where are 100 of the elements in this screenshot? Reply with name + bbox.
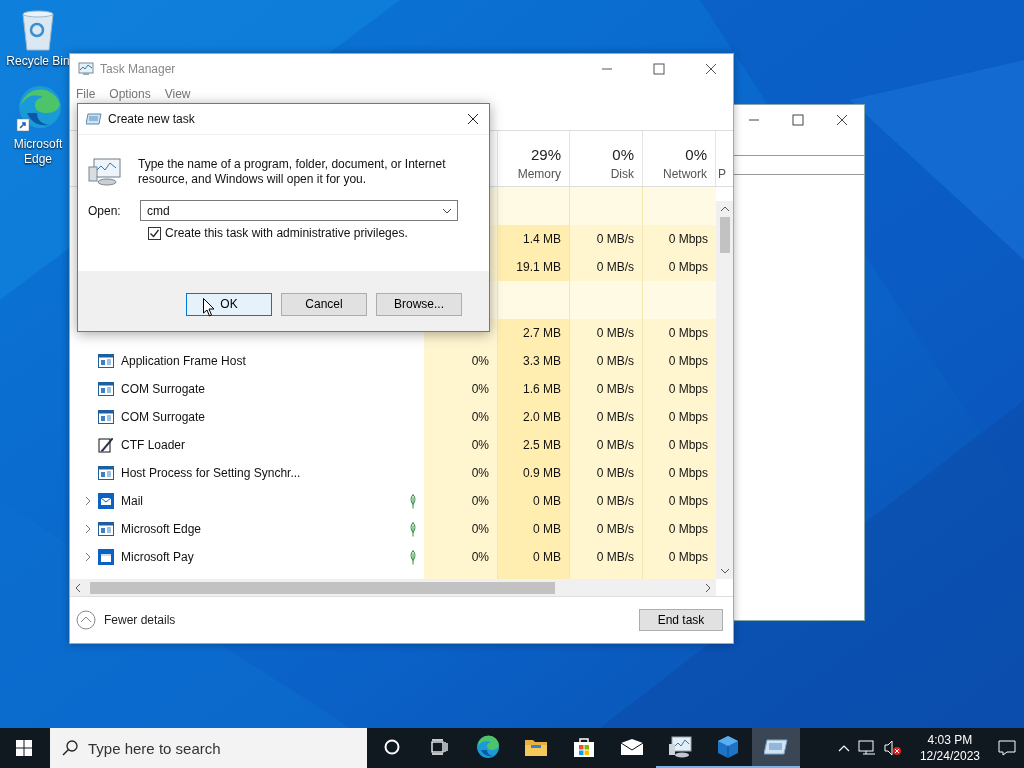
cursor-icon xyxy=(203,298,215,317)
horizontal-scrollbar[interactable] xyxy=(70,579,716,596)
column-header[interactable]: Network xyxy=(663,167,707,181)
table-cell: 3.3 MB xyxy=(498,347,570,375)
dialog-description: Type the name of a program, folder, document, or Internet resource, and Windows will open it for you. xyxy=(138,157,447,187)
task-view-icon xyxy=(431,739,449,755)
clock-time[interactable]: 4:03 PM xyxy=(927,732,973,748)
minimize-icon[interactable] xyxy=(748,119,760,121)
window-icon xyxy=(98,522,114,536)
menu-item[interactable]: View xyxy=(164,87,191,101)
table-cell: 0 Mbps xyxy=(643,487,716,515)
table-cell: 0 MB/s xyxy=(570,515,643,543)
chevron-up-icon[interactable] xyxy=(837,744,850,752)
volume-muted-icon[interactable] xyxy=(883,740,902,756)
table-cell: 0 MB/s xyxy=(570,347,643,375)
scroll-down-icon[interactable] xyxy=(719,567,730,575)
table-cell: 0 Mbps xyxy=(643,225,716,253)
process-name[interactable]: Microsoft Pay xyxy=(121,550,194,564)
table-cell: 2.7 MB xyxy=(498,319,570,347)
process-name[interactable]: Application Frame Host xyxy=(121,354,246,368)
desktop-icon-label[interactable]: Microsoft Edge xyxy=(6,137,70,167)
table-cell: 0 Mbps xyxy=(643,403,716,431)
table-cell: 0.9 MB xyxy=(498,459,570,487)
open-label: Open: xyxy=(88,203,120,218)
edge-logo-icon[interactable] xyxy=(13,83,63,135)
table-cell: 0 MB xyxy=(498,515,570,543)
process-name[interactable]: COM Surrogate xyxy=(121,410,206,424)
card-icon xyxy=(98,549,114,565)
process-name[interactable]: COM Surrogate xyxy=(121,382,206,396)
table-cell: 0 Mbps xyxy=(643,431,716,459)
table-cell: 1.6 MB xyxy=(498,375,570,403)
run-icon xyxy=(764,738,788,756)
checkbox[interactable] xyxy=(148,226,161,240)
shopping-bag-icon xyxy=(573,736,595,758)
process-name[interactable]: Microsoft Edge xyxy=(121,522,202,536)
column-percent: 0% xyxy=(685,146,707,163)
window-icon xyxy=(98,354,114,368)
cubes-icon xyxy=(717,735,739,759)
close-icon[interactable] xyxy=(705,63,717,75)
close-icon[interactable] xyxy=(467,113,479,125)
column-percent: 0% xyxy=(612,146,634,163)
table-cell: 0% xyxy=(424,487,498,515)
table-cell: 19.1 MB xyxy=(498,253,570,281)
open-field[interactable]: cmd xyxy=(140,200,458,221)
column-header[interactable]: Disk xyxy=(610,167,634,181)
maximize-icon[interactable] xyxy=(653,63,665,75)
scroll-left-icon[interactable] xyxy=(74,582,82,593)
dialog-button[interactable]: Browse... xyxy=(376,292,462,316)
table-cell: 0% xyxy=(424,459,498,487)
taskbar-button[interactable] xyxy=(752,728,800,768)
vertical-scrollbar[interactable] xyxy=(716,201,733,579)
table-cell: 0 MB/s xyxy=(570,543,643,571)
scroll-right-icon[interactable] xyxy=(704,582,712,593)
table-cell: 0 MB/s xyxy=(570,459,643,487)
clock-date[interactable]: 12/24/2023 xyxy=(919,748,980,764)
scroll-thumb[interactable] xyxy=(719,217,730,253)
column-header[interactable]: P xyxy=(718,167,726,181)
scroll-up-icon[interactable] xyxy=(719,205,730,213)
maximize-icon[interactable] xyxy=(792,114,804,126)
network-icon[interactable] xyxy=(857,740,876,756)
notification-icon[interactable] xyxy=(998,740,1016,756)
table-cell: 0 MB/s xyxy=(570,253,643,281)
dialog-button[interactable]: OK xyxy=(186,292,272,316)
monitor-chart-icon xyxy=(88,157,122,187)
menu-item[interactable]: File xyxy=(76,87,96,101)
monitor-chart-icon xyxy=(668,736,692,758)
checkbox-label[interactable]: Create this task with administrative privileges. xyxy=(165,226,408,240)
menu-item[interactable]: Options xyxy=(109,87,151,101)
table-cell: 0 Mbps xyxy=(643,319,716,347)
leaf-icon xyxy=(409,493,417,509)
window-icon xyxy=(98,410,114,424)
table-cell: 0 MB/s xyxy=(570,403,643,431)
collapse-icon[interactable] xyxy=(76,610,96,630)
windows-logo-icon xyxy=(16,740,32,756)
table-cell: 0% xyxy=(424,403,498,431)
table-cell: 0 Mbps xyxy=(643,515,716,543)
table-cell: 0% xyxy=(424,375,498,403)
monitor-chart-icon xyxy=(78,61,94,77)
search-field[interactable]: Type here to search xyxy=(50,728,367,768)
desktop-icon-label[interactable]: Recycle Bin xyxy=(6,54,70,69)
table-cell: 2.5 MB xyxy=(498,431,570,459)
edge-logo-icon xyxy=(476,735,500,759)
end-task-button[interactable]: End task xyxy=(639,609,723,631)
dropdown-icon[interactable] xyxy=(442,208,452,214)
window-title: Task Manager xyxy=(100,62,176,76)
process-name[interactable]: Mail xyxy=(121,494,143,508)
table-cell: 0 MB/s xyxy=(570,225,643,253)
leaf-icon xyxy=(409,521,417,537)
dialog-button[interactable]: Cancel xyxy=(281,292,367,316)
column-header[interactable]: Memory xyxy=(517,167,561,181)
process-name[interactable]: Host Process for Setting Synchr... xyxy=(121,466,301,480)
table-cell: 0 Mbps xyxy=(643,375,716,403)
fewer-details-link[interactable]: Fewer details xyxy=(104,613,176,627)
process-name[interactable]: CTF Loader xyxy=(121,438,186,452)
window-icon xyxy=(98,466,114,480)
table-cell: 0 Mbps xyxy=(643,347,716,375)
table-cell: 0 Mbps xyxy=(643,253,716,281)
circle-icon xyxy=(384,739,400,755)
run-icon xyxy=(86,112,102,126)
close-icon[interactable] xyxy=(836,114,848,126)
